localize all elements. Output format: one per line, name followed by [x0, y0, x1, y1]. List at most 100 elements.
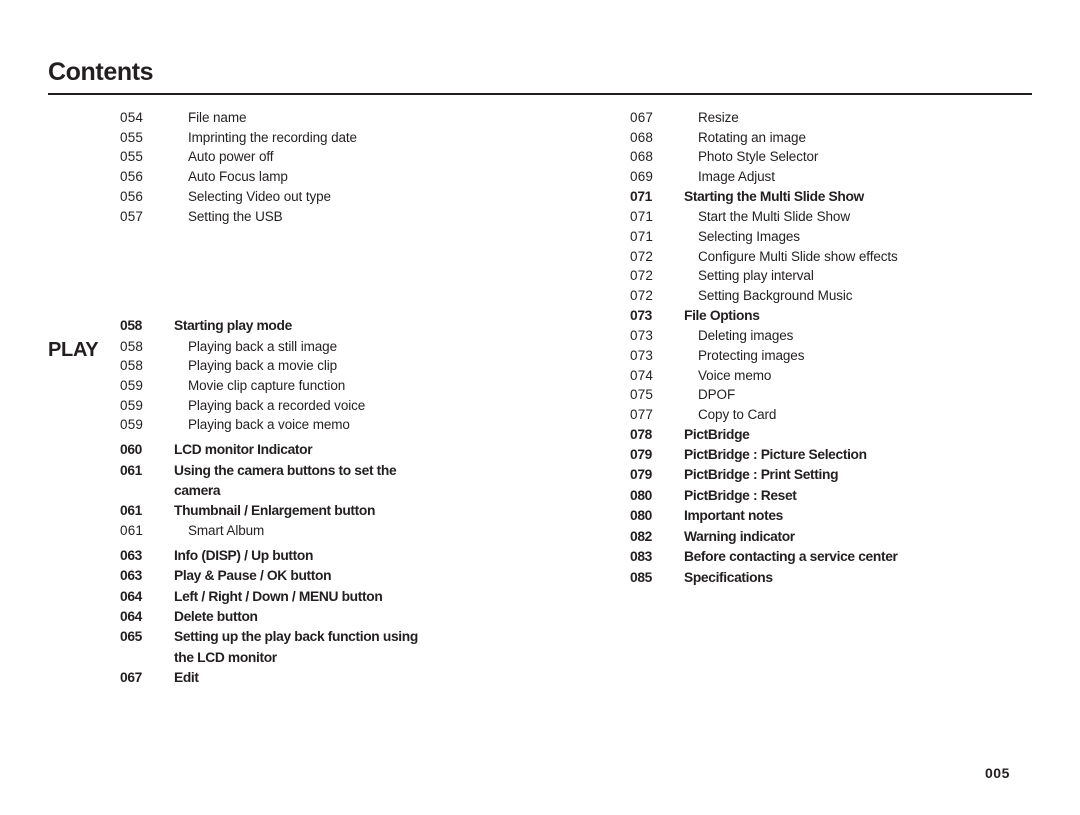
- toc-entry[interactable]: 078 PictBridge: [630, 425, 1060, 445]
- toc-entry[interactable]: 059 Playing back a recorded voice: [120, 396, 560, 416]
- toc-entry[interactable]: 058 Starting play mode: [120, 316, 560, 336]
- toc-entry-title: Deleting images: [698, 328, 794, 344]
- toc-entry-page: 083: [630, 549, 652, 565]
- toc-entry-title: Auto power off: [188, 149, 274, 165]
- toc-entry-title: Starting play mode: [174, 318, 292, 334]
- toc-entry[interactable]: 071 Selecting Images: [630, 227, 1060, 247]
- toc-entry[interactable]: 080 Important notes: [630, 506, 1060, 526]
- toc-entry-page: 058: [120, 318, 142, 334]
- toc-entry-page: 061: [120, 523, 144, 539]
- toc-entry-title: PictBridge : Reset: [684, 487, 797, 503]
- toc-entry[interactable]: 080 PictBridge : Reset: [630, 486, 1060, 506]
- toc-entry-title: Playing back a movie clip: [188, 358, 338, 374]
- toc-entry[interactable]: 085 Specifications: [630, 568, 1060, 588]
- toc-entry[interactable]: 058 Playing back a still image: [120, 337, 560, 357]
- toc-entry-page: 057: [120, 208, 144, 224]
- toc-entry-title: Important notes: [684, 508, 783, 524]
- page-number: 005: [985, 765, 1010, 781]
- toc-entry-title: Before contacting a service center: [684, 549, 898, 565]
- toc-entry[interactable]: 056 Auto Focus lamp: [120, 167, 560, 187]
- toc-entry[interactable]: 073 File Options: [630, 306, 1060, 326]
- section-label-play: PLAY: [48, 339, 99, 361]
- toc-entry-title: Rotating an image: [698, 129, 806, 145]
- toc-entry[interactable]: 056 Selecting Video out type: [120, 187, 560, 207]
- toc-entry-title: Voice memo: [698, 367, 772, 383]
- toc-entry-page: 065: [120, 629, 142, 645]
- toc-entry-page: 059: [120, 378, 144, 394]
- toc-entry[interactable]: 064 Left / Right / Down / MENU button: [120, 587, 560, 607]
- toc-entry[interactable]: 069 Image Adjust: [630, 167, 1060, 187]
- toc-entry-title: Movie clip capture function: [188, 378, 346, 394]
- toc-entry-title: Resize: [698, 110, 739, 125]
- toc-entry[interactable]: 055 Imprinting the recording date: [120, 128, 560, 148]
- toc-entry[interactable]: 067 Resize: [630, 108, 1060, 128]
- toc-entry[interactable]: 068 Rotating an image: [630, 128, 1060, 148]
- toc-entry-page: 073: [630, 347, 654, 363]
- toc-entry-page: 064: [120, 588, 142, 604]
- title-divider: [48, 93, 1032, 95]
- toc-entry[interactable]: 064 Delete button: [120, 607, 560, 627]
- toc-entry-title: Left / Right / Down / MENU button: [174, 588, 383, 604]
- toc-entry[interactable]: 065 Setting up the play back function usi…: [120, 627, 560, 647]
- toc-entry[interactable]: 072 Configure Multi Slide show effects: [630, 247, 1060, 267]
- toc-entry-page: 077: [630, 406, 654, 422]
- toc-entry-title: Start the Multi Slide Show: [698, 209, 850, 225]
- toc-entry-title: Smart Album: [188, 523, 265, 539]
- toc-entry[interactable]: 060 LCD monitor Indicator: [120, 440, 560, 460]
- toc-entry[interactable]: 071 Starting the Multi Slide Show: [630, 187, 1060, 207]
- toc-entry[interactable]: 071 Start the Multi Slide Show: [630, 207, 1060, 227]
- toc-entry-title: Copy to Card: [698, 406, 777, 422]
- toc-entry[interactable]: 077 Copy to Card: [630, 405, 1060, 425]
- toc-entry[interactable]: 083 Before contacting a service center: [630, 547, 1060, 567]
- toc-entry[interactable]: 072 Setting Background Music: [630, 286, 1060, 306]
- toc-entry[interactable]: 068 Photo Style Selector: [630, 147, 1060, 167]
- toc-entry-title: Auto Focus lamp: [188, 169, 288, 185]
- toc-entry[interactable]: 063 Info (DISP) / Up button: [120, 546, 560, 566]
- toc-entry[interactable]: 061 Using the camera buttons to set the: [120, 461, 560, 481]
- toc-entry[interactable]: 082 Warning indicator: [630, 527, 1060, 547]
- toc-entry-page: 054: [120, 110, 144, 125]
- toc-entry-page: 058: [120, 338, 144, 354]
- toc-entry[interactable]: 074 Voice memo: [630, 366, 1060, 386]
- toc-entry[interactable]: 067 Edit: [120, 668, 560, 688]
- toc-entry-page: 074: [630, 367, 654, 383]
- toc-entry-page: 085: [630, 569, 652, 585]
- toc-entry-page: 063: [120, 547, 142, 563]
- toc-entry-page: 073: [630, 328, 654, 344]
- toc-entry[interactable]: 057 Setting the USB: [120, 207, 560, 227]
- toc-entry-page: 055: [120, 129, 144, 145]
- toc-entry[interactable]: camera: [120, 481, 560, 501]
- toc-entry-title: PictBridge : Print Setting: [684, 467, 839, 483]
- toc-entry[interactable]: 063 Play & Pause / OK button: [120, 566, 560, 586]
- toc-entry-title: Selecting Images: [698, 228, 800, 244]
- toc-entry[interactable]: 061 Thumbnail / Enlargement button: [120, 501, 560, 521]
- toc-entry-page: 078: [630, 426, 652, 442]
- toc-entry-title: Setting play interval: [698, 268, 814, 284]
- toc-entry[interactable]: 059 Movie clip capture function: [120, 376, 560, 396]
- toc-entry-page: 067: [630, 110, 654, 125]
- toc-column-left: 054 File name 055 Imprinting the recording …: [120, 108, 560, 688]
- toc-entry[interactable]: 058 Playing back a movie clip: [120, 356, 560, 376]
- toc-entry[interactable]: 075 DPOF: [630, 385, 1060, 405]
- toc-entry-title: File name: [188, 110, 247, 125]
- toc-entry[interactable]: 072 Setting play interval: [630, 266, 1060, 286]
- toc-entry[interactable]: 059 Playing back a voice memo: [120, 415, 560, 435]
- toc-entry-title: camera: [174, 482, 221, 498]
- toc-entry[interactable]: 073 Protecting images: [630, 346, 1060, 366]
- toc-entry-page: 075: [630, 387, 654, 403]
- toc-entry[interactable]: 073 Deleting images: [630, 326, 1060, 346]
- toc-entry[interactable]: 079 PictBridge : Print Setting: [630, 465, 1060, 485]
- toc-entry[interactable]: 079 PictBridge : Picture Selection: [630, 445, 1060, 465]
- toc-entry-title: Thumbnail / Enlargement button: [174, 502, 376, 518]
- toc-entry-page: 068: [630, 149, 654, 165]
- toc-entry-page: 080: [630, 487, 652, 503]
- toc-entry-page: 079: [630, 447, 652, 463]
- toc-entry[interactable]: 054 File name: [120, 108, 560, 128]
- toc-entry-title: Protecting images: [698, 347, 805, 363]
- toc-entry-page: 056: [120, 169, 144, 185]
- toc-entry-page: 079: [630, 467, 652, 483]
- toc-entry[interactable]: 061 Smart Album: [120, 521, 560, 541]
- toc-entry[interactable]: 055 Auto power off: [120, 147, 560, 167]
- toc-entry[interactable]: the LCD monitor: [120, 648, 560, 668]
- toc-entry-page: 061: [120, 462, 142, 478]
